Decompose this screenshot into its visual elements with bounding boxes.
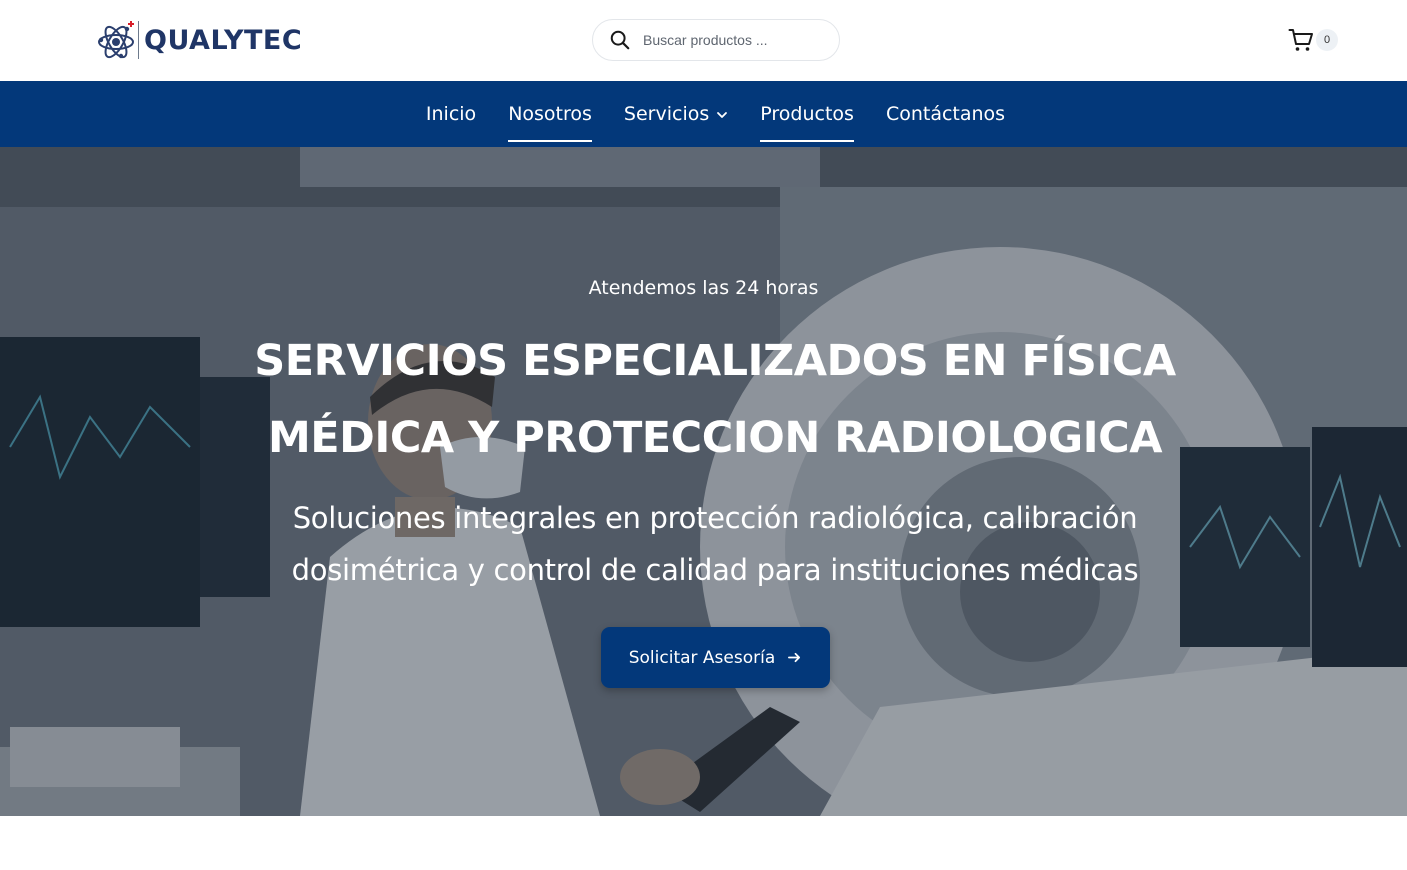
cta-label: Solicitar Asesoría: [628, 647, 776, 668]
hero-title-line: SERVICIOS ESPECIALIZADOS EN FÍSICA: [254, 336, 1176, 386]
main-navigation: Inicio Nosotros Servicios Productos Cont…: [0, 81, 1407, 147]
nav-item-productos[interactable]: Productos: [760, 81, 854, 147]
hero-title-line: MÉDICA Y PROTECCION RADIOLOGICA: [268, 413, 1162, 463]
hero-subtitle-line: dosimétrica y control de calidad para in…: [291, 553, 1139, 587]
nav-item-inicio[interactable]: Inicio: [426, 81, 476, 147]
nav-item-nosotros[interactable]: Nosotros: [508, 81, 592, 147]
nav-item-contactanos[interactable]: Contáctanos: [886, 81, 1005, 147]
cart-icon[interactable]: [1288, 27, 1314, 53]
hero-eyebrow-text: Atendemos las 24 horas: [588, 277, 819, 299]
logo-text: QUALYTEC: [144, 24, 303, 56]
hero-subtitle: Soluciones integrales en protección radi…: [203, 492, 1227, 596]
request-advice-button[interactable]: Solicitar Asesoría: [601, 627, 830, 688]
nav-item-label: Servicios: [623, 103, 710, 125]
chevron-down-icon: [717, 112, 728, 118]
search-input[interactable]: [643, 32, 823, 48]
arrow-right-icon: [788, 652, 801, 663]
hero-section: Atendemos las 24 horas SERVICIOS ESPECIA…: [0, 147, 1407, 816]
cart-count-badge: 0: [1316, 29, 1338, 51]
hero-title: SERVICIOS ESPECIALIZADOS EN FÍSICA MÉDIC…: [203, 323, 1227, 477]
search-icon[interactable]: [609, 29, 631, 51]
site-header: QUALYTEC 0: [0, 0, 1407, 81]
search-box[interactable]: [592, 19, 840, 61]
nav-item-label: Inicio: [425, 103, 477, 125]
logo-divider: [138, 21, 139, 59]
site-logo[interactable]: QUALYTEC: [94, 17, 302, 63]
nav-item-label: Productos: [760, 103, 854, 125]
nav-item-label: Nosotros: [508, 103, 592, 125]
cart-button[interactable]: 0: [1288, 26, 1338, 54]
atom-logo-icon: [98, 21, 134, 59]
nav-item-servicios[interactable]: Servicios: [624, 81, 728, 147]
hero-dark-overlay: [0, 147, 1407, 816]
hero-subtitle-line: Soluciones integrales en protección radi…: [292, 501, 1138, 535]
nav-item-label: Contáctanos: [885, 103, 1006, 125]
